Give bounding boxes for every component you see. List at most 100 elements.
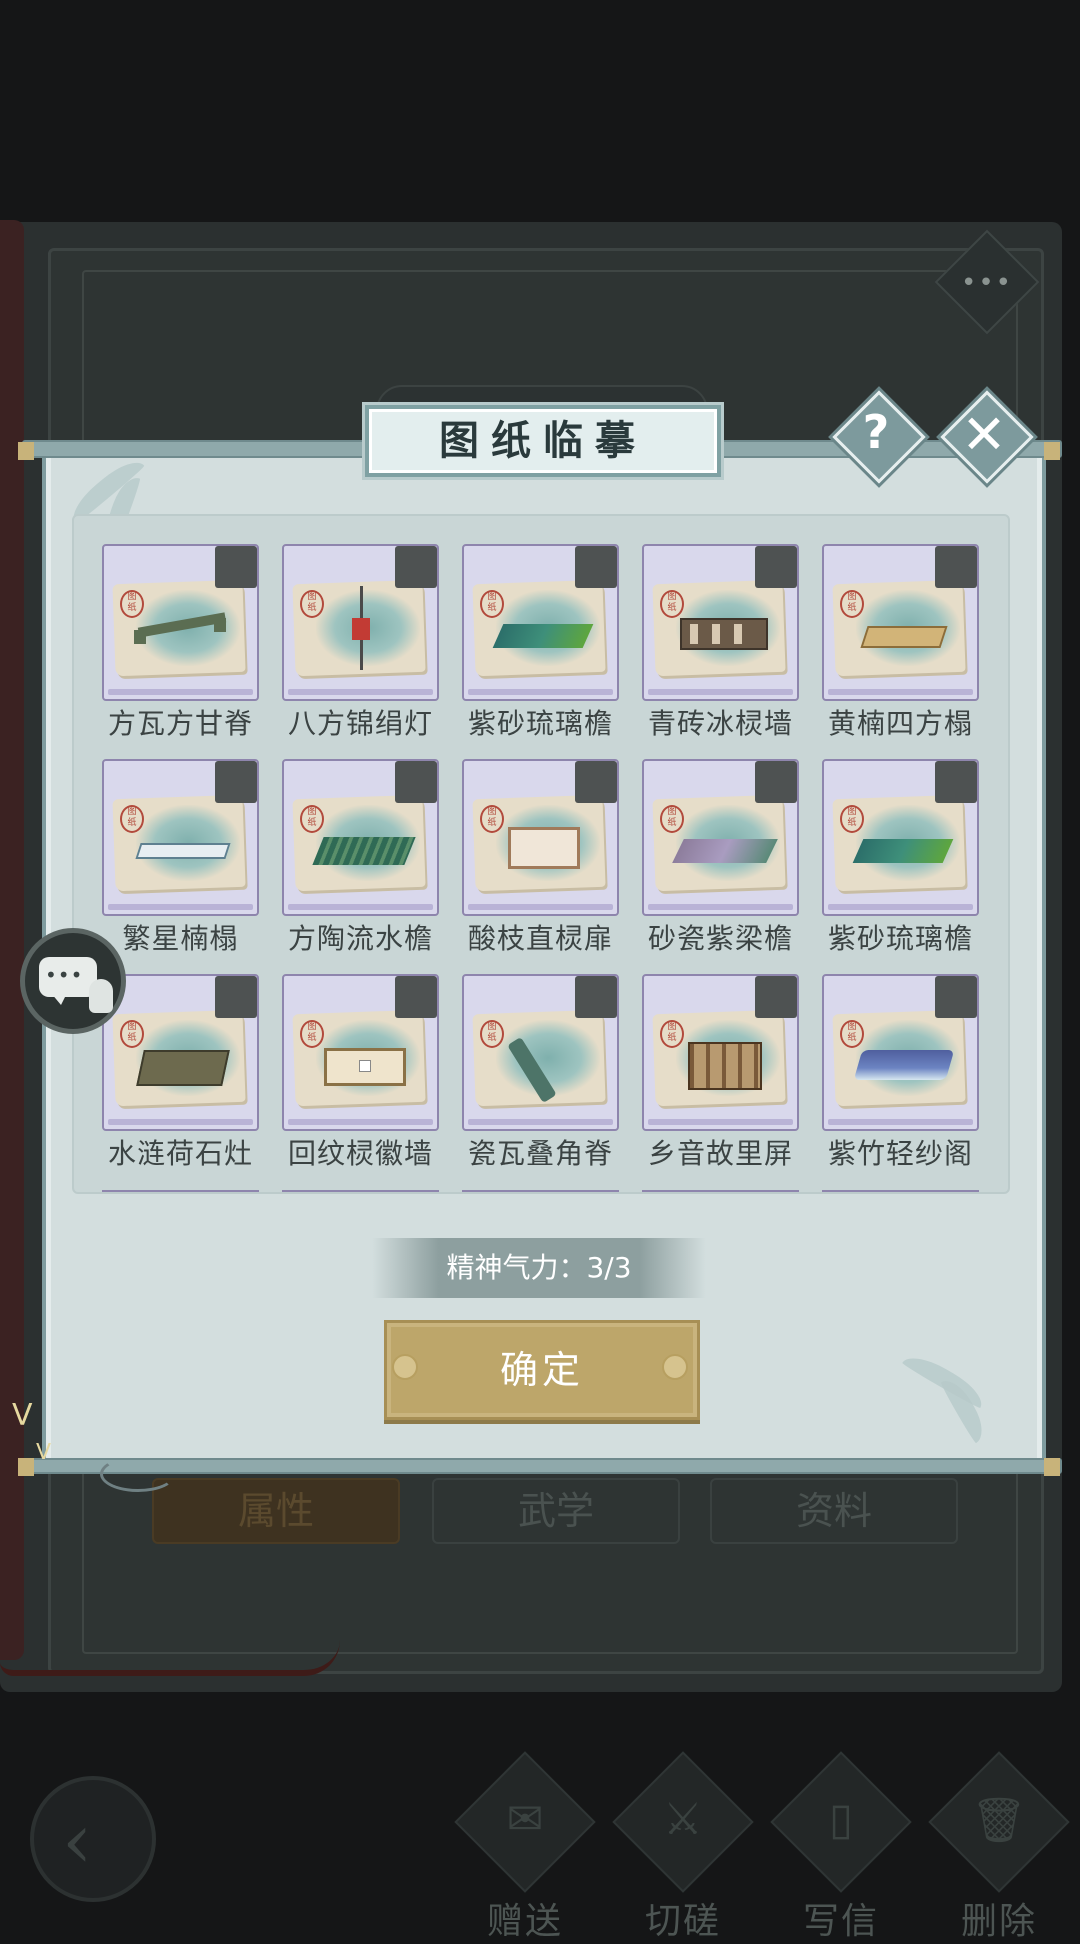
blueprint-name: 水涟荷石灶 [107,1137,253,1170]
close-icon: ✕ [961,403,1007,466]
wall-icon [680,618,768,650]
blueprint-item[interactable]: 图纸 水涟荷石灶 [102,974,259,1189]
blueprint-card[interactable]: 图纸 [642,974,799,1131]
stamina-indicator: 精神气力：3/3 [372,1238,706,1298]
blueprint-name: 紫砂琉璃檐 [467,707,613,740]
chat-button[interactable]: ••• [20,928,126,1034]
blueprint-card[interactable]: 图纸 [102,544,259,701]
select-checkbox[interactable] [575,546,617,588]
select-checkbox[interactable] [395,546,437,588]
blueprint-card[interactable]: 图纸 [462,759,619,916]
blueprint-item[interactable]: 图纸 紫竹轻纱阁 [822,974,979,1189]
select-checkbox[interactable] [215,546,257,588]
confirm-button[interactable]: 确定 [384,1320,700,1420]
spar-button[interactable]: ⚔ 切磋 [612,1751,754,1944]
more-dots-icon: ••• [960,268,1013,298]
couch-icon [860,626,948,648]
select-checkbox[interactable] [935,546,977,588]
back-button[interactable] [30,1776,156,1902]
write-letter-label: 写信 [802,1901,879,1942]
blueprint-card[interactable]: 图纸 [282,759,439,916]
blueprint-name: 砂瓷紫梁檐 [647,922,793,955]
delete-button[interactable]: 🗑 删除 [928,1751,1070,1944]
button-ornament [392,1354,418,1380]
seal-icon: 图纸 [660,590,684,618]
select-checkbox[interactable] [395,976,437,1018]
seal-icon: 图纸 [840,590,864,618]
blueprint-card[interactable]: 图纸 [822,759,979,916]
blueprint-card[interactable]: 图纸 [822,544,979,701]
blueprint-grid-panel[interactable]: 图纸 方瓦方甘脊 图纸 八方锦绢灯 图纸 紫砂琉璃檐 图 纸 青砖冰棂墙 图 纸… [72,514,1010,1194]
blueprint-name: 黄楠四方榻 [827,707,973,740]
blueprint-item[interactable]: 图纸 黄楠四方榻 [822,544,979,759]
write-letter-button[interactable]: ▯ 写信 [770,1751,912,1944]
blueprint-item[interactable]: 图纸 八方锦绢灯 [282,544,439,759]
stove-icon [136,1050,230,1086]
tab-profile[interactable]: 资料 [710,1478,958,1544]
delete-label: 删除 [960,1901,1037,1942]
select-checkbox[interactable] [755,976,797,1018]
blueprint-name: 乡音故里屏 [647,1137,793,1170]
select-checkbox[interactable] [935,761,977,803]
blueprint-card[interactable]: 图纸 [462,974,619,1131]
select-checkbox[interactable] [575,976,617,1018]
seal-icon: 图纸 [300,590,324,618]
cloud-decoration [100,1456,176,1492]
blueprint-card[interactable]: 图纸 [282,544,439,701]
seal-icon: 图纸 [840,1020,864,1048]
select-checkbox[interactable] [575,761,617,803]
eave-icon [492,624,594,648]
blueprint-item[interactable]: 图纸 砂瓷紫梁檐 [642,759,799,974]
blueprint-card[interactable]: 图纸 [642,544,799,701]
seal-icon: 图纸 [120,1020,144,1048]
blueprint-item[interactable]: 图纸 紫砂琉璃檐 [462,544,619,759]
seal-icon: 图纸 [480,805,504,833]
blueprint-card[interactable]: 图纸 [822,974,979,1131]
tab-attributes[interactable]: 属性 [152,1478,400,1544]
rod-cap [1044,1458,1060,1476]
seal-icon: 图纸 [660,805,684,833]
blueprint-card[interactable]: 图纸 [102,974,259,1131]
blueprint-card[interactable]: 图纸 [462,544,619,701]
folding-screen-icon [688,1042,762,1090]
select-checkbox[interactable] [215,761,257,803]
blueprint-item[interactable]: 图纸 方陶流水檐 [282,759,439,974]
trash-icon: 🗑 [971,1795,1027,1846]
butterfly-decoration: ᐯ [36,1440,52,1465]
rod-cap [18,1458,34,1476]
chat-icon: ••• [45,963,84,987]
book-spine [0,220,24,1660]
tab-martial-arts[interactable]: 武学 [432,1478,680,1544]
blueprint-card[interactable]: 图纸 [642,759,799,916]
blueprint-item[interactable]: 图纸 乡音故里屏 [642,974,799,1189]
blueprint-card[interactable]: 图纸 [102,759,259,916]
blueprint-item[interactable]: 图纸 酸枝直棂扉 [462,759,619,974]
eave-icon [312,837,416,865]
door-icon [508,827,580,869]
blueprint-item[interactable]: 图纸 方瓦方甘脊 [102,544,259,759]
blueprint-card[interactable]: 图纸 [282,974,439,1131]
blueprint-name: 回纹棂徽墙 [287,1137,433,1170]
select-checkbox[interactable] [755,546,797,588]
blueprint-name: 紫砂琉璃檐 [827,922,973,955]
seal-icon: 图纸 [480,1020,504,1048]
blueprint-item[interactable]: 图纸 青砖冰棂墙 [642,544,799,759]
blueprint-item[interactable]: 图纸 紫砂琉璃檐 [822,759,979,974]
blueprint-item[interactable]: 图纸 瓷瓦叠角脊 [462,974,619,1189]
blueprint-item[interactable]: 图纸 繁星楠榻 [102,759,259,974]
blueprint-name: 八方锦绢灯 [287,707,433,740]
select-checkbox[interactable] [935,976,977,1018]
seal-icon: 图纸 [300,805,324,833]
dialog-title: 图纸临摹 [365,405,721,477]
sword-icon: ⚔ [663,1794,703,1845]
select-checkbox[interactable] [755,761,797,803]
pavilion-icon [853,1050,955,1080]
back-arrow-icon: ‹ [62,1796,93,1885]
rod-cap [18,442,34,460]
blueprint-item[interactable]: 图纸 回纹棂徽墙 [282,974,439,1189]
gift-button[interactable]: ✉ 赠送 [454,1751,596,1944]
select-checkbox[interactable] [395,761,437,803]
select-checkbox[interactable] [215,976,257,1018]
seal-icon: 图纸 [480,590,504,618]
blueprint-name: 青砖冰棂墙 [647,707,793,740]
